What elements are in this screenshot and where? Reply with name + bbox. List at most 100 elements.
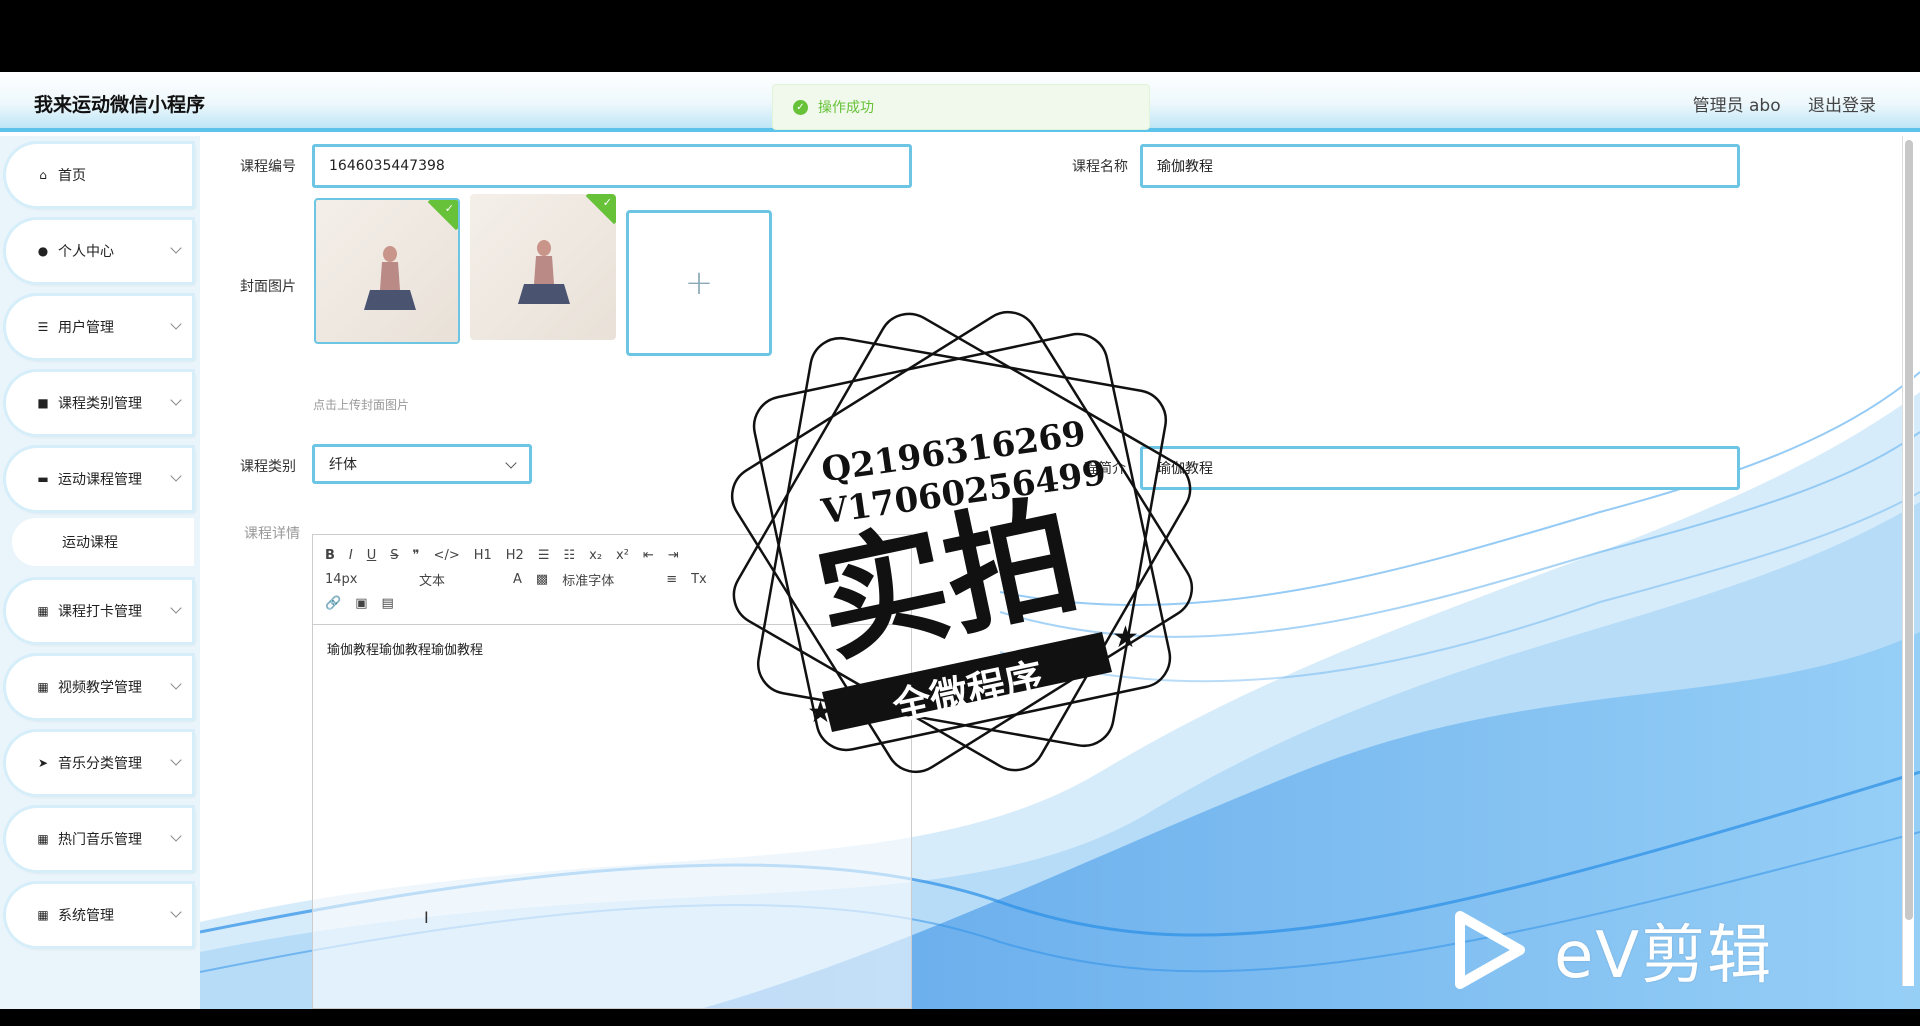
text-cursor-icon: I	[424, 908, 429, 927]
user-icon: ●	[37, 244, 49, 258]
header-user-area: 管理员 abo 退出登录	[1671, 91, 1876, 116]
chevron-down-icon	[170, 470, 182, 482]
sidebar: ⌂ 首页 ● 个人中心 ☰ 用户管理 ■ 课程类别管理 ▬ 运动课程管理 运动课…	[0, 136, 200, 1009]
italic-button[interactable]: I	[349, 548, 353, 563]
grid-icon: ▦	[37, 680, 49, 694]
camera-icon: ■	[37, 396, 49, 410]
app-title: 我来运动微信小程序	[34, 94, 206, 116]
sidebar-item-label: 视频教学管理	[58, 680, 142, 696]
align-icon[interactable]: ≡	[666, 572, 677, 587]
chevron-down-icon	[170, 318, 182, 330]
yoga-figure-image	[518, 240, 570, 304]
quote-button[interactable]: ❞	[413, 548, 420, 563]
sidebar-item-video-teaching[interactable]: ▦ 视频教学管理	[6, 656, 192, 718]
sidebar-item-label: 运动课程管理	[58, 472, 142, 488]
grid-icon: ▦	[37, 832, 49, 846]
yoga-figure-image	[364, 246, 416, 310]
app-screen: 我来运动微信小程序 管理员 abo 退出登录 ✓ 操作成功 ⌂ 首页 ● 个人中…	[0, 72, 1920, 1009]
logout-button[interactable]: 退出登录	[1808, 96, 1876, 116]
chevron-down-icon	[170, 602, 182, 614]
cover-thumbnail-1[interactable]: ✓	[314, 198, 460, 344]
category-selected-value: 纤体	[329, 457, 357, 473]
font-color-icon[interactable]: A	[513, 572, 522, 587]
sidebar-item-system-management[interactable]: ▦ 系统管理	[6, 884, 192, 946]
cover-upload-hint: 点击上传封面图片	[313, 398, 410, 412]
chevron-down-icon	[170, 754, 182, 766]
bullet-list-button[interactable]: ☷	[563, 548, 575, 563]
chevron-down-icon	[170, 830, 182, 842]
sidebar-item-hot-music[interactable]: ▦ 热门音乐管理	[6, 808, 192, 870]
home-icon: ⌂	[39, 168, 47, 182]
image-icon[interactable]: ▣	[355, 596, 367, 611]
check-circle-icon: ✓	[793, 99, 808, 115]
sidebar-item-personal-center[interactable]: ● 个人中心	[6, 220, 192, 282]
plus-icon: +	[684, 263, 714, 303]
toast-message: 操作成功	[818, 100, 874, 116]
scrollbar-thumb[interactable]	[1905, 140, 1913, 920]
strike-button[interactable]: S	[390, 548, 398, 563]
chevron-down-icon	[170, 906, 182, 918]
star-icon: ★	[807, 695, 834, 730]
chevron-down-icon	[170, 678, 182, 690]
bold-button[interactable]: B	[325, 548, 335, 563]
chevron-down-icon	[170, 394, 182, 406]
check-icon: ✓	[444, 202, 454, 215]
background-color-icon[interactable]: ▩	[536, 572, 548, 587]
code-button[interactable]: </>	[434, 548, 460, 563]
font-size-select[interactable]: 14px	[325, 572, 405, 587]
monitor-icon: ▬	[37, 472, 49, 486]
text-style-select[interactable]: 文本	[419, 570, 499, 589]
sidebar-item-label: 热门音乐管理	[58, 832, 142, 848]
star-icon: ★	[1112, 620, 1139, 655]
category-select[interactable]: 纤体	[312, 444, 532, 484]
font-family-select[interactable]: 标准字体	[562, 570, 652, 589]
send-icon: ➤	[37, 756, 49, 770]
cover-image-label: 封面图片	[240, 279, 296, 295]
success-toast: ✓ 操作成功	[772, 84, 1150, 130]
sidebar-item-label: 音乐分类管理	[58, 756, 142, 772]
clear-format-icon[interactable]: Tx	[691, 572, 707, 587]
course-id-input[interactable]: 1646035447398	[312, 144, 912, 188]
course-name-input[interactable]: 瑜伽教程	[1140, 144, 1740, 188]
sidebar-item-course-category[interactable]: ■ 课程类别管理	[6, 372, 192, 434]
chevron-down-icon	[170, 242, 182, 254]
link-icon[interactable]: 🔗	[325, 596, 341, 611]
chevron-down-icon	[505, 457, 517, 469]
ev-logo-text: eV剪辑	[1554, 919, 1774, 993]
sidebar-item-label: 首页	[58, 168, 86, 184]
grid-icon: ▦	[37, 908, 49, 922]
sidebar-item-label: 系统管理	[58, 908, 114, 924]
indent-button[interactable]: ⇥	[668, 548, 679, 563]
course-id-label: 课程编号	[240, 159, 296, 175]
grid-icon: ▦	[37, 604, 49, 618]
sidebar-item-home[interactable]: ⌂ 首页	[6, 144, 192, 206]
cover-thumbnail-2[interactable]: ✓	[470, 194, 616, 340]
detail-label: 课程详情	[244, 526, 300, 542]
list-icon: ☰	[37, 320, 49, 334]
admin-label[interactable]: 管理员 abo	[1693, 96, 1781, 116]
sidebar-item-course-checkin[interactable]: ▦ 课程打卡管理	[6, 580, 192, 642]
h2-button[interactable]: H2	[506, 548, 524, 563]
sidebar-item-sport-course-management[interactable]: ▬ 运动课程管理	[6, 448, 192, 510]
sidebar-subitem-sport-course[interactable]: 运动课程	[12, 518, 194, 566]
category-label: 课程类别	[240, 459, 296, 475]
vertical-scrollbar[interactable]	[1902, 136, 1914, 986]
subscript-button[interactable]: x₂	[589, 548, 602, 563]
sidebar-item-music-category[interactable]: ➤ 音乐分类管理	[6, 732, 192, 794]
check-icon: ✓	[602, 196, 612, 209]
play-icon	[1455, 911, 1525, 989]
sidebar-item-label: 个人中心	[58, 244, 114, 260]
watermark-stamp: Q2196316269 V17060256499 实拍 全微程序 ★ ★	[730, 310, 1194, 774]
sidebar-item-user-management[interactable]: ☰ 用户管理	[6, 296, 192, 358]
intro-input[interactable]: 瑜伽教程	[1140, 446, 1740, 490]
sidebar-item-label: 用户管理	[58, 320, 114, 336]
video-icon[interactable]: ▤	[381, 596, 393, 611]
ev-logo-watermark: eV剪辑	[1450, 904, 1773, 996]
underline-button[interactable]: U	[367, 548, 377, 563]
ordered-list-button[interactable]: ☰	[538, 548, 550, 563]
superscript-button[interactable]: x²	[616, 548, 629, 563]
course-name-label: 课程名称	[1072, 159, 1128, 175]
h1-button[interactable]: H1	[474, 548, 492, 563]
sidebar-item-label: 运动课程	[62, 535, 118, 551]
outdent-button[interactable]: ⇤	[643, 548, 654, 563]
